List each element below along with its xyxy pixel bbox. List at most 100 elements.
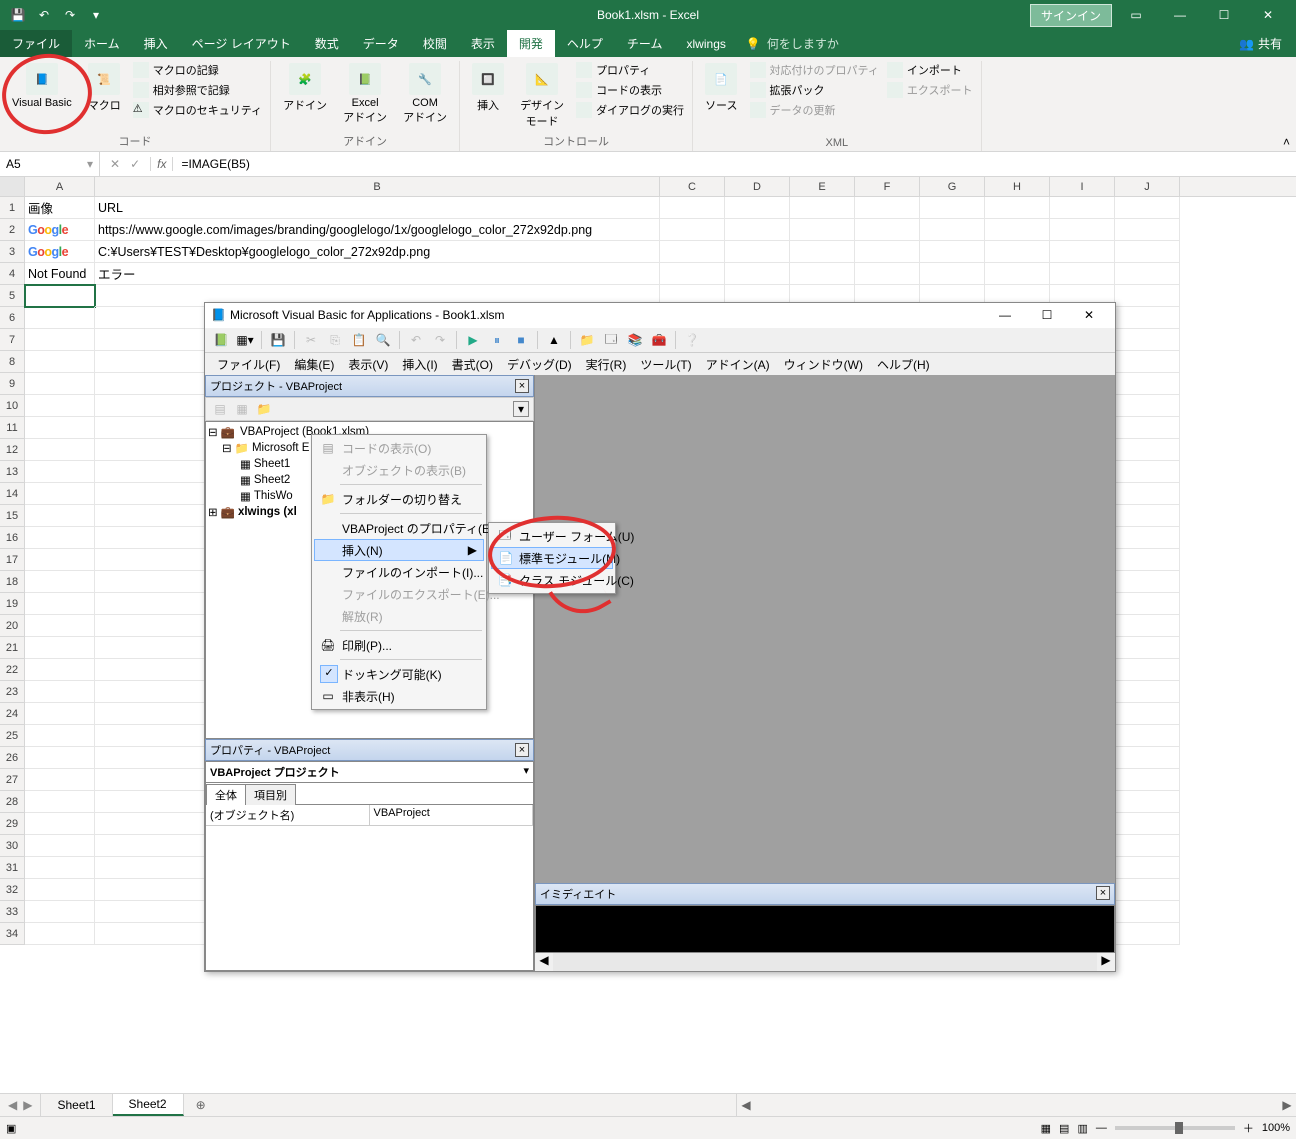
ctx-print[interactable]: 🖨印刷(P)... bbox=[314, 634, 484, 656]
row-header-13[interactable]: 13 bbox=[0, 461, 25, 483]
row-header-24[interactable]: 24 bbox=[0, 703, 25, 725]
toggle-folders-icon[interactable]: 📁 bbox=[254, 399, 274, 419]
cell-H1[interactable] bbox=[985, 197, 1050, 219]
cell-J22[interactable] bbox=[1115, 659, 1180, 681]
cell-A19[interactable] bbox=[25, 593, 95, 615]
row-header-8[interactable]: 8 bbox=[0, 351, 25, 373]
vbe-menu-format[interactable]: 書式(O) bbox=[446, 354, 499, 375]
record-macro-status-icon[interactable]: ▣ bbox=[6, 1122, 16, 1135]
cell-A27[interactable] bbox=[25, 769, 95, 791]
expansion-pack-button[interactable]: 拡張パック bbox=[748, 81, 881, 99]
vbe-toolbox-icon[interactable]: 🧰 bbox=[649, 330, 669, 350]
cell-J18[interactable] bbox=[1115, 571, 1180, 593]
props-tab-all[interactable]: 全体 bbox=[206, 784, 246, 805]
cell-A32[interactable] bbox=[25, 879, 95, 901]
sheet-nav-next-icon[interactable]: ▶ bbox=[23, 1098, 32, 1112]
vbe-undo-icon[interactable]: ↶ bbox=[406, 330, 426, 350]
cell-B2[interactable]: https://www.google.com/images/branding/g… bbox=[95, 219, 660, 241]
row-header-26[interactable]: 26 bbox=[0, 747, 25, 769]
cell-J32[interactable] bbox=[1115, 879, 1180, 901]
cell-D4[interactable] bbox=[725, 263, 790, 285]
normal-view-icon[interactable]: ▦ bbox=[1041, 1122, 1051, 1135]
zoom-in-icon[interactable]: ＋ bbox=[1243, 1120, 1254, 1136]
props-object-name[interactable]: VBAProject プロジェクト bbox=[210, 764, 340, 780]
cell-A15[interactable] bbox=[25, 505, 95, 527]
row-header-6[interactable]: 6 bbox=[0, 307, 25, 329]
props-tab-category[interactable]: 項目別 bbox=[245, 784, 296, 805]
view-object-tool-icon[interactable]: ▦ bbox=[232, 399, 252, 419]
col-header-G[interactable]: G bbox=[920, 177, 985, 196]
vbe-save-icon[interactable]: 💾 bbox=[268, 330, 288, 350]
tab-layout[interactable]: ページ レイアウト bbox=[180, 30, 303, 57]
cell-J30[interactable] bbox=[1115, 835, 1180, 857]
cell-F3[interactable] bbox=[855, 241, 920, 263]
cell-A7[interactable] bbox=[25, 329, 95, 351]
cell-J21[interactable] bbox=[1115, 637, 1180, 659]
ribbon-display-icon[interactable]: ▭ bbox=[1116, 0, 1156, 30]
row-header-19[interactable]: 19 bbox=[0, 593, 25, 615]
maximize-icon[interactable]: ☐ bbox=[1204, 0, 1244, 30]
view-code-button[interactable]: コードの表示 bbox=[574, 81, 686, 99]
tree-sheet2[interactable]: Sheet2 bbox=[254, 474, 290, 486]
fx-icon[interactable]: fx bbox=[150, 157, 173, 171]
page-break-view-icon[interactable]: ▥ bbox=[1077, 1122, 1087, 1135]
cell-J2[interactable] bbox=[1115, 219, 1180, 241]
scroll-left-icon[interactable]: ◀ bbox=[737, 1098, 755, 1112]
row-header-3[interactable]: 3 bbox=[0, 241, 25, 263]
tab-formulas[interactable]: 数式 bbox=[303, 30, 351, 57]
cell-J23[interactable] bbox=[1115, 681, 1180, 703]
cell-A6[interactable] bbox=[25, 307, 95, 329]
cell-J7[interactable] bbox=[1115, 329, 1180, 351]
cell-A9[interactable] bbox=[25, 373, 95, 395]
vbe-design-icon[interactable]: ▲ bbox=[544, 330, 564, 350]
name-box[interactable]: A5▾ bbox=[0, 152, 100, 176]
tree-thisworkbook[interactable]: ThisWo bbox=[254, 490, 293, 502]
col-header-F[interactable]: F bbox=[855, 177, 920, 196]
vbe-redo-icon[interactable]: ↷ bbox=[430, 330, 450, 350]
tab-insert[interactable]: 挿入 bbox=[132, 30, 180, 57]
vbe-paste-icon[interactable]: 📋 bbox=[349, 330, 369, 350]
row-header-22[interactable]: 22 bbox=[0, 659, 25, 681]
xml-import-button[interactable]: インポート bbox=[885, 61, 975, 79]
ctx-module[interactable]: 📄標準モジュール(M) bbox=[491, 547, 613, 569]
row-header-5[interactable]: 5 bbox=[0, 285, 25, 307]
cell-J12[interactable] bbox=[1115, 439, 1180, 461]
cell-B4[interactable]: エラー bbox=[95, 263, 660, 285]
cell-A23[interactable] bbox=[25, 681, 95, 703]
close-icon[interactable]: ✕ bbox=[1248, 0, 1288, 30]
col-header-C[interactable]: C bbox=[660, 177, 725, 196]
cell-F1[interactable] bbox=[855, 197, 920, 219]
qat-custom-icon[interactable]: ▾ bbox=[86, 5, 106, 25]
cell-E1[interactable] bbox=[790, 197, 855, 219]
imm-scroll-left-icon[interactable]: ◀ bbox=[535, 953, 553, 971]
vbe-props-icon[interactable]: 🗔 bbox=[601, 330, 621, 350]
cell-A11[interactable] bbox=[25, 417, 95, 439]
xml-source-button[interactable]: 📄ソース bbox=[699, 61, 743, 115]
share-button[interactable]: 👥共有 bbox=[1225, 30, 1296, 57]
properties-button[interactable]: プロパティ bbox=[574, 61, 686, 79]
cell-F4[interactable] bbox=[855, 263, 920, 285]
cell-A33[interactable] bbox=[25, 901, 95, 923]
design-mode-button[interactable]: 📐デザイン モード bbox=[514, 61, 570, 131]
undo-icon[interactable]: ↶ bbox=[34, 5, 54, 25]
cancel-formula-icon[interactable]: ✕ bbox=[110, 157, 120, 171]
cell-A21[interactable] bbox=[25, 637, 95, 659]
cell-J29[interactable] bbox=[1115, 813, 1180, 835]
vbe-browser-icon[interactable]: 📚 bbox=[625, 330, 645, 350]
cell-E3[interactable] bbox=[790, 241, 855, 263]
cell-J14[interactable] bbox=[1115, 483, 1180, 505]
cell-A13[interactable] bbox=[25, 461, 95, 483]
cell-J26[interactable] bbox=[1115, 747, 1180, 769]
tree-meo[interactable]: Microsoft E bbox=[252, 442, 310, 454]
cell-J16[interactable] bbox=[1115, 527, 1180, 549]
cell-A25[interactable] bbox=[25, 725, 95, 747]
col-header-I[interactable]: I bbox=[1050, 177, 1115, 196]
vbe-menu-window[interactable]: ウィンドウ(W) bbox=[778, 354, 869, 375]
cell-A18[interactable] bbox=[25, 571, 95, 593]
ctx-insert[interactable]: 挿入(N)▶ bbox=[314, 539, 484, 561]
vbe-insert-icon[interactable]: ▦▾ bbox=[235, 330, 255, 350]
vbe-close-icon[interactable]: ✕ bbox=[1069, 304, 1109, 326]
cell-C3[interactable] bbox=[660, 241, 725, 263]
vbe-copy-icon[interactable]: ⎘ bbox=[325, 330, 345, 350]
cell-A16[interactable] bbox=[25, 527, 95, 549]
